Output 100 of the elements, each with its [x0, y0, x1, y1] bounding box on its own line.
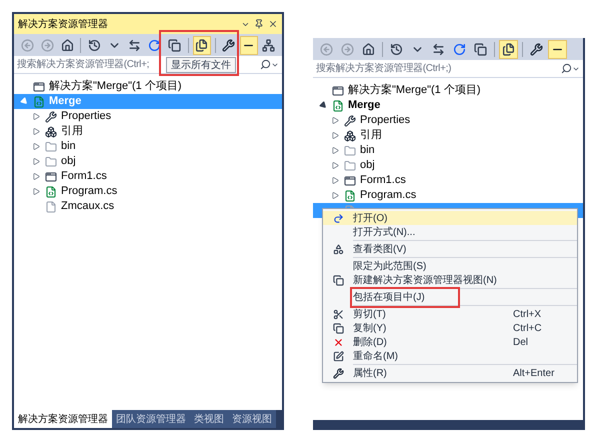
tree-label: bin: [61, 139, 76, 154]
form-icon: [344, 174, 356, 186]
collapsed-arrow-icon[interactable]: [33, 188, 40, 195]
search-icon: [561, 63, 572, 74]
shortcut-label: Ctrl+X: [513, 308, 542, 322]
tree-label: 解决方案"Merge"(1 个项目): [49, 78, 182, 94]
menu-label: 打开方式(N)...: [353, 226, 416, 240]
collapsed-arrow-icon[interactable]: [33, 158, 40, 165]
wrench-icon: [530, 42, 543, 56]
collapsed-arrow-icon[interactable]: [332, 192, 339, 199]
collapsed-arrow-icon[interactable]: [332, 147, 339, 154]
close-icon[interactable]: [268, 19, 278, 29]
tree-label: Properties: [61, 109, 112, 124]
tree-row[interactable]: 引用: [313, 128, 583, 143]
cut-icon: [332, 308, 344, 320]
back-icon: [320, 42, 333, 56]
collapsed-arrow-icon[interactable]: [332, 132, 339, 139]
tree-label: Program.cs: [61, 184, 118, 200]
folder-icon: [45, 140, 57, 152]
collapsed-arrow-icon[interactable]: [33, 113, 40, 120]
menu-label: 复制(Y): [353, 322, 386, 336]
tree-row[interactable]: Program.cs: [313, 188, 583, 203]
tree-row[interactable]: Properties: [14, 109, 282, 124]
files-icon: [502, 42, 515, 56]
tree-row[interactable]: bin: [14, 139, 282, 154]
menu-item[interactable]: 打开(O): [323, 211, 577, 225]
collapsed-arrow-icon[interactable]: [332, 177, 339, 184]
menu-label: 包括在项目中(J): [353, 290, 457, 304]
bottom-tab[interactable]: 资源视图: [228, 410, 276, 428]
bottom-tab[interactable]: 团队资源管理器: [112, 410, 190, 428]
menu-item[interactable]: 复制(Y) Ctrl+C: [323, 321, 577, 335]
code-file-icon: [45, 186, 57, 198]
bottom-tab[interactable]: 类视图: [190, 410, 228, 428]
tree-row[interactable]: obj: [313, 158, 583, 173]
collapsed-arrow-icon[interactable]: [332, 117, 339, 124]
tree-label: 引用: [360, 128, 382, 144]
form-icon: [45, 170, 57, 182]
menu-label: 打开(O): [353, 212, 388, 226]
tree-label: Zmcaux.cs: [61, 199, 114, 214]
shortcut-label: Ctrl+C: [513, 322, 543, 336]
collapsed-arrow-icon[interactable]: [332, 162, 339, 169]
menu-item[interactable]: 打开方式(N)...: [323, 225, 577, 239]
wrench-icon: [45, 110, 57, 122]
menu-item[interactable]: 重命名(M): [323, 349, 577, 363]
menu-item[interactable]: 删除(D) Del: [323, 335, 577, 349]
menu-item[interactable]: 新建解决方案资源管理器视图(N): [323, 273, 577, 287]
bottom-tab[interactable]: 解决方案资源管理器: [14, 410, 112, 428]
tree-row[interactable]: Form1.cs: [14, 169, 282, 184]
tree-label: Form1.cs: [360, 173, 406, 188]
forward-icon: [341, 42, 354, 56]
collapsed-arrow-icon[interactable]: [33, 143, 40, 150]
toolbar-button[interactable]: [240, 36, 258, 54]
clock-icon: [390, 42, 403, 56]
menu-label: 查看类图(V): [353, 242, 406, 256]
menu-item[interactable]: 属性(R) Alt+Enter: [323, 366, 577, 380]
tree-row[interactable]: 解决方案"Merge"(1 个项目): [14, 79, 282, 94]
collapsed-arrow-icon[interactable]: [33, 173, 40, 180]
tree-row[interactable]: Merge: [313, 98, 583, 113]
tooltip: 显示所有文件: [166, 57, 236, 73]
tree-row[interactable]: 引用: [14, 124, 282, 139]
solution-icon: [332, 84, 344, 96]
menu-item[interactable]: 限定为此范围(S): [323, 259, 577, 273]
sync-icon: [128, 38, 141, 52]
copy-icon: [332, 322, 344, 334]
menu-item[interactable]: 包括在项目中(J): [323, 290, 577, 304]
expanded-arrow-icon[interactable]: [318, 100, 328, 110]
project-icon: [33, 96, 45, 108]
tree-row[interactable]: 解决方案"Merge"(1 个项目): [313, 83, 583, 98]
tree-row[interactable]: Form1.cs: [313, 173, 583, 188]
shortcut-label: Alt+Enter: [513, 366, 556, 380]
toolbar-button[interactable]: [499, 40, 518, 58]
references-icon: [45, 126, 57, 138]
tree-label: bin: [360, 143, 375, 158]
toolbar-button[interactable]: [192, 36, 211, 54]
tree-row[interactable]: Properties: [313, 113, 583, 128]
code-file-icon: [344, 190, 356, 202]
home-icon: [362, 42, 375, 56]
tree-label: Merge: [348, 98, 380, 114]
windows-icon: [332, 274, 344, 286]
shortcut-label: Del: [513, 336, 530, 350]
tree-row[interactable]: bin: [313, 143, 583, 158]
panel-title: 解决方案资源管理器: [18, 18, 108, 32]
collapsed-arrow-icon[interactable]: [33, 128, 40, 135]
tree-label: 解决方案"Merge"(1 个项目): [348, 82, 480, 98]
menu-label: 限定为此范围(S): [353, 260, 426, 274]
references-icon: [344, 130, 356, 142]
toolbar-button[interactable]: [548, 40, 567, 58]
menu-item[interactable]: 查看类图(V): [323, 242, 577, 256]
pin-icon[interactable]: [254, 19, 264, 29]
refresh-icon: [453, 42, 466, 56]
tree-label: obj: [360, 158, 375, 174]
tree-row[interactable]: obj: [14, 154, 282, 169]
tree-row[interactable]: Zmcaux.cs: [14, 199, 282, 214]
forward-icon: [40, 38, 54, 52]
tree-row[interactable]: Program.cs: [14, 184, 282, 199]
tree-label: Merge: [49, 94, 82, 110]
folder-icon: [45, 156, 57, 168]
collapse-icon: [474, 42, 487, 56]
menu-item[interactable]: 剪切(T) Ctrl+X: [323, 307, 577, 321]
menu-label: 属性(R): [353, 366, 387, 380]
